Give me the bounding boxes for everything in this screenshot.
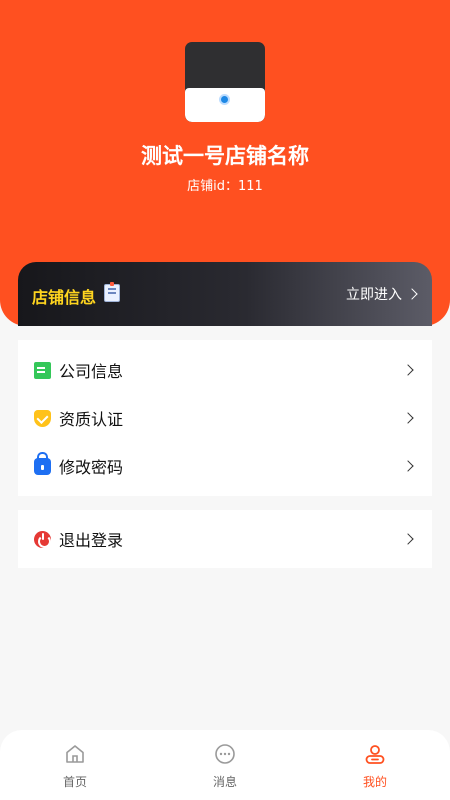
user-icon xyxy=(365,745,385,764)
chevron-right-icon xyxy=(406,288,418,300)
chevron-right-icon xyxy=(402,460,414,472)
home-icon xyxy=(66,745,84,763)
tab-label: 首页 xyxy=(62,775,87,789)
chevron-right-icon xyxy=(402,412,414,424)
store-logo xyxy=(185,42,265,122)
tab-home[interactable]: 首页 xyxy=(35,742,115,790)
logout-label: 退出登录 xyxy=(59,531,124,550)
store-name: 测试一号店铺名称 xyxy=(141,144,309,168)
menu-item-change-password[interactable]: 修改密码 xyxy=(18,442,432,490)
logo-card xyxy=(185,88,265,122)
menu-item-label: 修改密码 xyxy=(59,458,124,477)
menu-item-label: 资质认证 xyxy=(59,410,124,429)
enter-now-label: 立即进入 xyxy=(346,287,402,303)
bottom-tab-bar: 首页 消息 我的 xyxy=(0,730,450,800)
tab-label: 消息 xyxy=(212,775,237,789)
chevron-right-icon xyxy=(402,533,414,545)
chevron-right-icon xyxy=(402,364,414,376)
menu-item-label: 公司信息 xyxy=(59,362,124,381)
menu-item-company-info[interactable]: 公司信息 xyxy=(18,346,432,394)
menu-item-qualification[interactable]: 资质认证 xyxy=(18,394,432,442)
shield-check-icon xyxy=(34,409,51,427)
store-info-banner[interactable]: 店铺信息 立即进入 xyxy=(18,262,432,326)
message-icon xyxy=(215,744,235,764)
tab-label: 我的 xyxy=(362,775,387,789)
company-doc-icon xyxy=(34,361,51,379)
store-id: 店铺id：111 xyxy=(187,179,263,194)
power-icon xyxy=(34,530,51,548)
store-info-title: 店铺信息 xyxy=(32,288,97,307)
logo-badge-icon xyxy=(219,94,230,105)
clipboard-icon xyxy=(104,282,120,302)
tab-mine[interactable]: 我的 xyxy=(335,742,415,790)
lock-icon xyxy=(34,451,51,475)
enter-now-button[interactable]: 立即进入 xyxy=(346,284,418,304)
settings-menu: 公司信息 资质认证 修改密码 xyxy=(18,340,432,496)
logout-card: 退出登录 xyxy=(18,510,432,568)
tab-messages[interactable]: 消息 xyxy=(185,742,265,790)
logout-button[interactable]: 退出登录 xyxy=(18,515,432,563)
